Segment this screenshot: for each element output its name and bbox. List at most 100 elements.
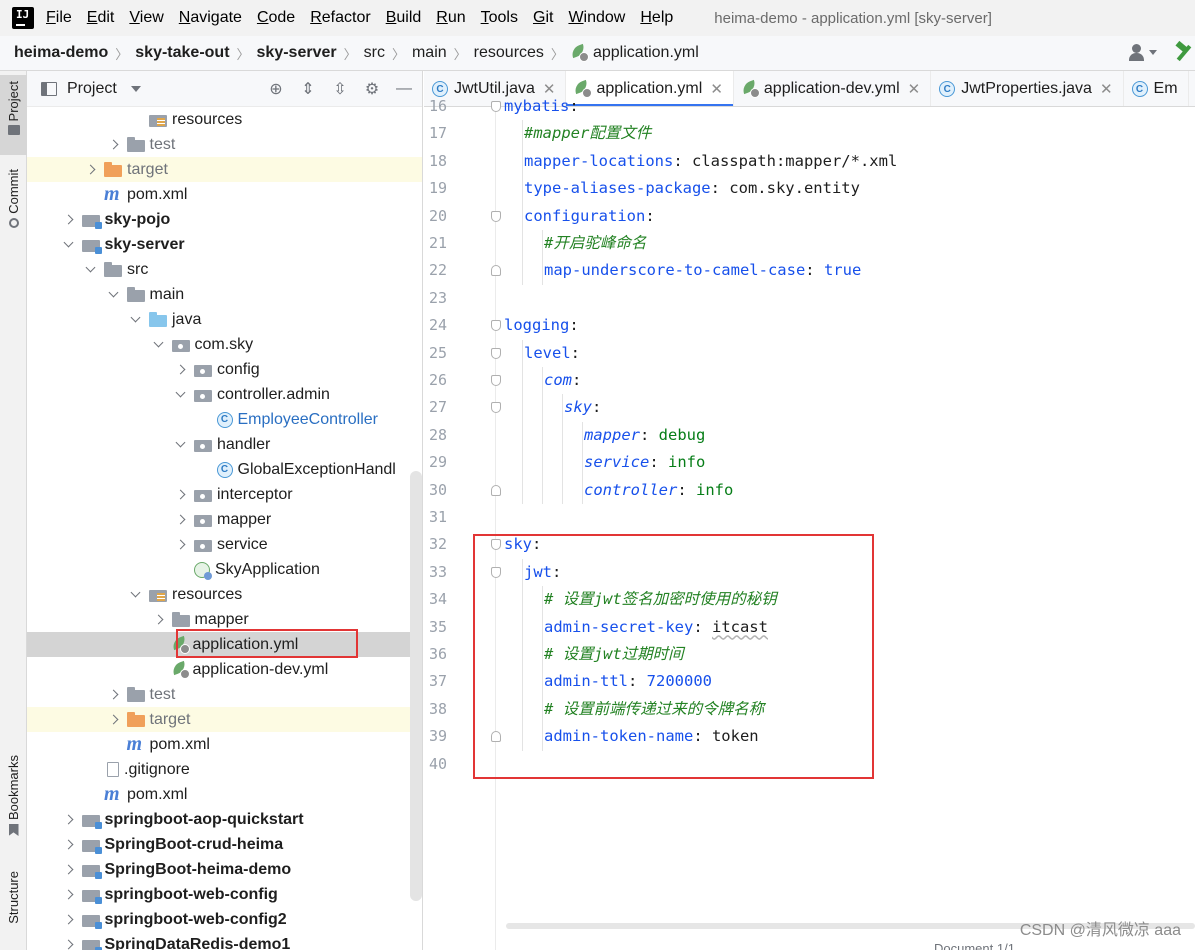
tree-node[interactable]: target [27, 707, 422, 732]
breadcrumb-item[interactable]: sky-server [257, 44, 337, 62]
tree-node[interactable]: src [27, 257, 422, 282]
chevron-right-icon[interactable] [62, 813, 76, 827]
code-line[interactable]: map-underscore-to-camel-case: true [496, 257, 1195, 284]
chevron-right-icon[interactable] [62, 913, 76, 927]
tree-node[interactable]: SpringBoot-crud-heima [27, 832, 422, 857]
tree-node[interactable]: C EmployeeController [27, 407, 422, 432]
code-line[interactable]: com: [496, 367, 1195, 394]
code-line[interactable]: sky: [496, 394, 1195, 421]
chevron-right-icon[interactable] [62, 863, 76, 877]
chevron-down-icon[interactable] [129, 313, 143, 327]
tree-node[interactable]: java [27, 307, 422, 332]
menu-item[interactable]: Code [257, 9, 295, 27]
tool-tab-bookmarks[interactable]: Bookmarks [0, 755, 27, 849]
chevron-right-icon[interactable] [152, 613, 166, 627]
tree-node[interactable]: com.sky [27, 332, 422, 357]
collapse-all-icon[interactable]: ⇳ [330, 79, 350, 99]
tree-node[interactable]: interceptor [27, 482, 422, 507]
code-line[interactable]: mapper: debug [496, 422, 1195, 449]
menu-item[interactable]: Run [436, 9, 465, 27]
menu-item[interactable]: Refactor [310, 9, 370, 27]
chevron-right-icon[interactable] [107, 138, 121, 152]
tree-node[interactable]: .gitignore [27, 757, 422, 782]
chevron-down-icon[interactable] [174, 438, 188, 452]
menu-item[interactable]: Tools [481, 9, 518, 27]
menu-item[interactable]: Edit [87, 9, 115, 27]
gear-icon[interactable]: ⚙ [362, 79, 382, 99]
code-line[interactable]: controller: info [496, 477, 1195, 504]
chevron-right-icon[interactable] [174, 363, 188, 377]
tree-node[interactable]: resources [27, 582, 422, 607]
chevron-right-icon[interactable] [84, 163, 98, 177]
breadcrumb-item[interactable]: sky-take-out [135, 44, 229, 62]
tree-node[interactable]: controller.admin [27, 382, 422, 407]
tree-node[interactable]: handler [27, 432, 422, 457]
code-line[interactable]: mybatis: [496, 93, 1195, 120]
tree-node[interactable]: C GlobalExceptionHandl [27, 457, 422, 482]
project-panel-title[interactable]: Project [67, 80, 117, 98]
expand-all-icon[interactable]: ⇕ [298, 79, 318, 99]
chevron-right-icon[interactable] [174, 538, 188, 552]
tool-tab-project[interactable]: Project [0, 75, 27, 155]
tree-node[interactable]: main [27, 282, 422, 307]
breadcrumb-item[interactable]: application.yml [571, 44, 699, 62]
chevron-right-icon[interactable] [62, 938, 76, 950]
chevron-down-icon[interactable] [84, 263, 98, 277]
chevron-down-icon[interactable] [107, 288, 121, 302]
tree-node[interactable]: SpringDataRedis-demo1 [27, 932, 422, 950]
tree-node[interactable]: application-dev.yml [27, 657, 422, 682]
breadcrumb-item[interactable]: heima-demo [14, 44, 108, 62]
code-line[interactable]: #开启驼峰命名 [496, 230, 1195, 257]
menu-item[interactable]: Build [386, 9, 422, 27]
breadcrumb-item[interactable]: resources [474, 44, 544, 62]
tree-node[interactable]: SkyApplication [27, 557, 422, 582]
chevron-right-icon[interactable] [62, 213, 76, 227]
chevron-down-icon[interactable] [130, 85, 141, 92]
menu-item[interactable]: View [129, 9, 163, 27]
tree-node[interactable]: test [27, 682, 422, 707]
tree-node[interactable]: sky-server [27, 232, 422, 257]
tree-node[interactable]: target [27, 157, 422, 182]
chevron-down-icon[interactable] [174, 388, 188, 402]
tree-node[interactable]: test [27, 132, 422, 157]
code-line[interactable] [496, 285, 1195, 312]
intellij-logo-icon[interactable]: IJ [9, 4, 37, 32]
tree-node[interactable]: SpringBoot-heima-demo [27, 857, 422, 882]
chevron-right-icon[interactable] [62, 888, 76, 902]
code-line[interactable]: type-aliases-package: com.sky.entity [496, 175, 1195, 202]
locate-file-icon[interactable]: ⊕ [266, 79, 286, 99]
code-line[interactable]: logging: [496, 312, 1195, 339]
tree-node[interactable]: config [27, 357, 422, 382]
chevron-down-icon[interactable] [129, 588, 143, 602]
menu-item[interactable]: Git [533, 9, 553, 27]
chevron-right-icon[interactable] [174, 488, 188, 502]
menu-item[interactable]: File [46, 9, 72, 27]
breadcrumb-item[interactable]: src [364, 44, 385, 62]
menu-item[interactable]: Window [568, 9, 625, 27]
chevron-right-icon[interactable] [107, 688, 121, 702]
chevron-down-icon[interactable] [62, 238, 76, 252]
vcs-user-icon[interactable] [1129, 41, 1159, 65]
chevron-right-icon[interactable] [174, 513, 188, 527]
tree-node[interactable]: sky-pojo [27, 207, 422, 232]
breadcrumb-item[interactable]: main [412, 44, 447, 62]
tree-node[interactable]: springboot-web-config [27, 882, 422, 907]
code-line[interactable]: level: [496, 340, 1195, 367]
code-area[interactable]: mybatis: #mapper配置文件 mapper-locations: cla… [496, 97, 1195, 950]
tree-node[interactable]: m pom.xml [27, 732, 422, 757]
chevron-down-icon[interactable] [152, 338, 166, 352]
tool-tab-commit[interactable]: Commit [0, 169, 27, 243]
tree-node[interactable]: service [27, 532, 422, 557]
tree-node[interactable]: resources [27, 107, 422, 132]
code-line[interactable] [496, 504, 1195, 531]
code-line[interactable]: service: info [496, 449, 1195, 476]
tree-node[interactable]: m pom.xml [27, 782, 422, 807]
code-line[interactable]: configuration: [496, 203, 1195, 230]
code-line[interactable]: mapper-locations: classpath:mapper/*.xml [496, 148, 1195, 175]
tree-node[interactable]: m pom.xml [27, 182, 422, 207]
menu-item[interactable]: Help [640, 9, 673, 27]
chevron-right-icon[interactable] [62, 838, 76, 852]
build-hammer-icon[interactable] [1173, 42, 1195, 64]
tree-node[interactable]: springboot-web-config2 [27, 907, 422, 932]
chevron-right-icon[interactable] [107, 713, 121, 727]
